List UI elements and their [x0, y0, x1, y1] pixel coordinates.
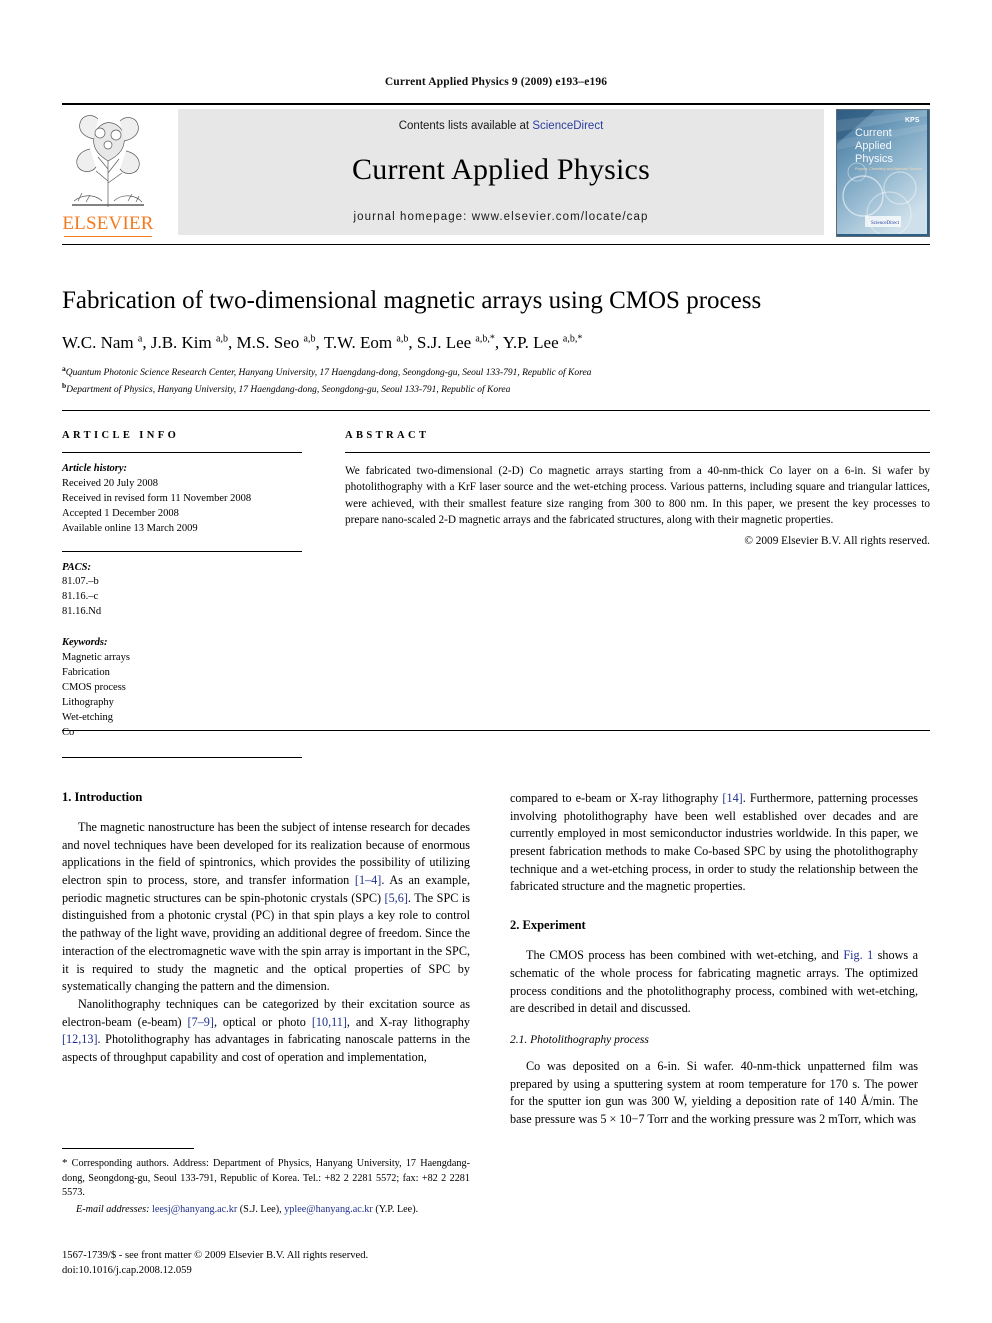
svg-text:Current: Current: [855, 127, 892, 139]
paragraph-photolithography-1: Co was deposited on a 6-in. Si wafer. 40…: [510, 1058, 918, 1126]
heading-introduction: 1. Introduction: [62, 790, 143, 804]
abstract-rule: [345, 452, 930, 453]
intro-2-d: . Photolithography has advantages in fab…: [62, 1032, 470, 1064]
abstract-text: We fabricated two-dimensional (2-D) Co m…: [345, 465, 930, 526]
intro-1-c: . The SPC is distinguished from a photon…: [62, 890, 471, 994]
page-title: Fabrication of two-dimensional magnetic …: [62, 287, 762, 314]
column-left: 1. Introduction The magnetic nanostructu…: [62, 790, 470, 1067]
email-link-1[interactable]: leesj@hanyang.ac.kr: [152, 1204, 237, 1215]
citation-ref[interactable]: [1–4]: [355, 873, 381, 887]
header-top-rule: [62, 244, 930, 245]
pacs-label: PACS:: [62, 561, 91, 573]
svg-text:Physics: Physics: [855, 153, 893, 165]
history-item: Accepted 1 December 2008: [62, 507, 179, 519]
email-note: E-mail addresses: leesj@hanyang.ac.kr (S…: [62, 1203, 470, 1217]
abstract-bottom-rule: [62, 730, 930, 731]
elsevier-logo: ELSEVIER: [62, 109, 154, 237]
header-bottom-rule: [62, 410, 930, 411]
keyword-item: CMOS process: [62, 681, 126, 693]
pacs-item: 81.16.Nd: [62, 606, 102, 618]
email-link-2[interactable]: yplee@hanyang.ac.kr: [284, 1204, 373, 1215]
doi-line[interactable]: doi:10.1016/j.cap.2008.12.059: [62, 1263, 492, 1278]
abstract-copyright: © 2009 Elsevier B.V. All rights reserved…: [744, 535, 930, 548]
elsevier-underline: [64, 236, 152, 237]
svg-text:ScienceDirect: ScienceDirect: [871, 221, 900, 226]
history-item: Received 20 July 2008: [62, 477, 158, 489]
citation-ref[interactable]: [7–9]: [188, 1015, 214, 1029]
figure-ref[interactable]: Fig. 1: [843, 948, 873, 962]
citation-ref[interactable]: [12,13]: [62, 1032, 98, 1046]
contents-prefix: Contents lists available at: [398, 120, 533, 132]
journal-band: Contents lists available at ScienceDirec…: [178, 109, 824, 235]
affiliation-a-text: Quantum Photonic Science Research Center…: [65, 367, 592, 378]
pacs-item: 81.16.–c: [62, 591, 99, 603]
keyword-item: Fabrication: [62, 666, 110, 678]
keyword-item: Magnetic arrays: [62, 652, 130, 664]
masthead-top-rule: [62, 103, 930, 105]
column-right: compared to e-beam or X-ray lithography …: [510, 790, 918, 1129]
journal-title: Current Applied Physics: [352, 153, 650, 186]
keywords-list: Keywords: Magnetic arrays Fabrication CM…: [62, 636, 302, 740]
citation-ref[interactable]: [14]: [722, 791, 742, 805]
history-item: Available online 13 March 2009: [62, 522, 198, 534]
running-head: Current Applied Physics 9 (2009) e193–e1…: [384, 76, 608, 88]
sciencedirect-link[interactable]: ScienceDirect: [532, 120, 603, 132]
issn-block: 1567-1739/$ - see front matter © 2009 El…: [62, 1248, 492, 1278]
keyword-item: Co: [62, 726, 75, 738]
intro-3-a: compared to e-beam or X-ray lithography: [510, 791, 723, 805]
intro-3-b: . Furthermore, patterning processes invo…: [510, 791, 918, 894]
article-history-label: Article history:: [62, 463, 128, 474]
abstract-label: ABSTRACT: [345, 430, 430, 441]
keywords-label: Keywords:: [62, 637, 108, 649]
article-info-bottom-rule: [62, 756, 302, 758]
intro-2-b: , optical or photo: [213, 1014, 312, 1029]
journal-homepage[interactable]: journal homepage: www.elsevier.com/locat…: [178, 211, 824, 223]
heading-experiment: 2. Experiment: [510, 918, 586, 933]
issn-line: 1567-1739/$ - see front matter © 2009 El…: [62, 1250, 369, 1261]
author-list: W.C. Nam a, J.B. Kim a,b, M.S. Seo a,b, …: [62, 332, 583, 352]
citation-ref[interactable]: [10,11]: [312, 1015, 347, 1029]
affiliation-a: aQuantum Photonic Science Research Cente…: [62, 363, 592, 378]
pacs-item: 81.07.–b: [62, 576, 99, 588]
exp-1-a: The CMOS process has been combined with …: [526, 948, 844, 963]
subheading-photolithography: 2.1. Photolithography process: [510, 1033, 649, 1046]
keyword-item: Lithography: [62, 696, 114, 708]
article-first-page: Current Applied Physics 9 (2009) e193–e1…: [0, 0, 992, 1323]
email-label: E-mail addresses:: [76, 1203, 150, 1215]
article-history: Article history: Received 20 July 2008 R…: [62, 462, 302, 537]
elsevier-wordmark: ELSEVIER: [62, 213, 154, 234]
corresponding-text: Corresponding authors. Address: Departme…: [62, 1158, 470, 1199]
paragraph-intro-3: compared to e-beam or X-ray lithography …: [510, 790, 918, 896]
pacs-list: PACS: 81.07.–b 81.16.–c 81.16.Nd: [62, 561, 302, 621]
email-owner-2: (Y.P. Lee).: [372, 1203, 419, 1215]
elsevier-tree-icon: [72, 115, 144, 207]
paragraph-intro-1: The magnetic nanostructure has been the …: [62, 819, 470, 996]
email-owner-1: (S.J. Lee),: [237, 1203, 285, 1215]
affiliation-b: bDepartment of Physics, Hanyang Universi…: [62, 381, 511, 396]
pacs-divider-rule: [62, 550, 302, 552]
footnote-rule: [62, 1148, 194, 1149]
svg-text:Applied: Applied: [855, 140, 892, 152]
svg-text:KPS: KPS: [905, 117, 920, 124]
footnote-area: * Corresponding authors. Address: Depart…: [62, 1148, 470, 1217]
affiliation-b-text: Department of Physics, Hanyang Universit…: [66, 385, 511, 396]
article-info-rule: [62, 452, 302, 453]
paragraph-experiment-1: The CMOS process has been combined with …: [510, 947, 918, 1018]
article-info-label: ARTICLE INFO: [62, 430, 180, 441]
journal-masthead: ELSEVIER Contents lists available at Sci…: [62, 103, 930, 237]
history-item: Received in revised form 11 November 200…: [62, 492, 252, 504]
paragraph-intro-2: Nanolithography techniques can be catego…: [62, 996, 470, 1067]
abstract-panel: ABSTRACT We fabricated two-dimensional (…: [345, 430, 930, 547]
corresponding-author-note: * Corresponding authors. Address: Depart…: [62, 1156, 470, 1201]
article-info-panel: ARTICLE INFO Article history: Received 2…: [62, 430, 302, 758]
journal-cover-thumbnail: Current Applied Physics Physics, Chemist…: [836, 109, 930, 237]
citation-ref[interactable]: [5,6]: [385, 891, 408, 905]
intro-2-c: , and X-ray lithography: [346, 1014, 470, 1029]
article-header: Fabrication of two-dimensional magnetic …: [62, 244, 930, 398]
contents-available-line: Contents lists available at ScienceDirec…: [178, 120, 824, 132]
svg-text:Physics, Chemistry and Materia: Physics, Chemistry and Materials Science: [855, 167, 922, 171]
keyword-item: Wet-etching: [62, 711, 114, 723]
cover-artwork: Current Applied Physics Physics, Chemist…: [837, 110, 927, 234]
